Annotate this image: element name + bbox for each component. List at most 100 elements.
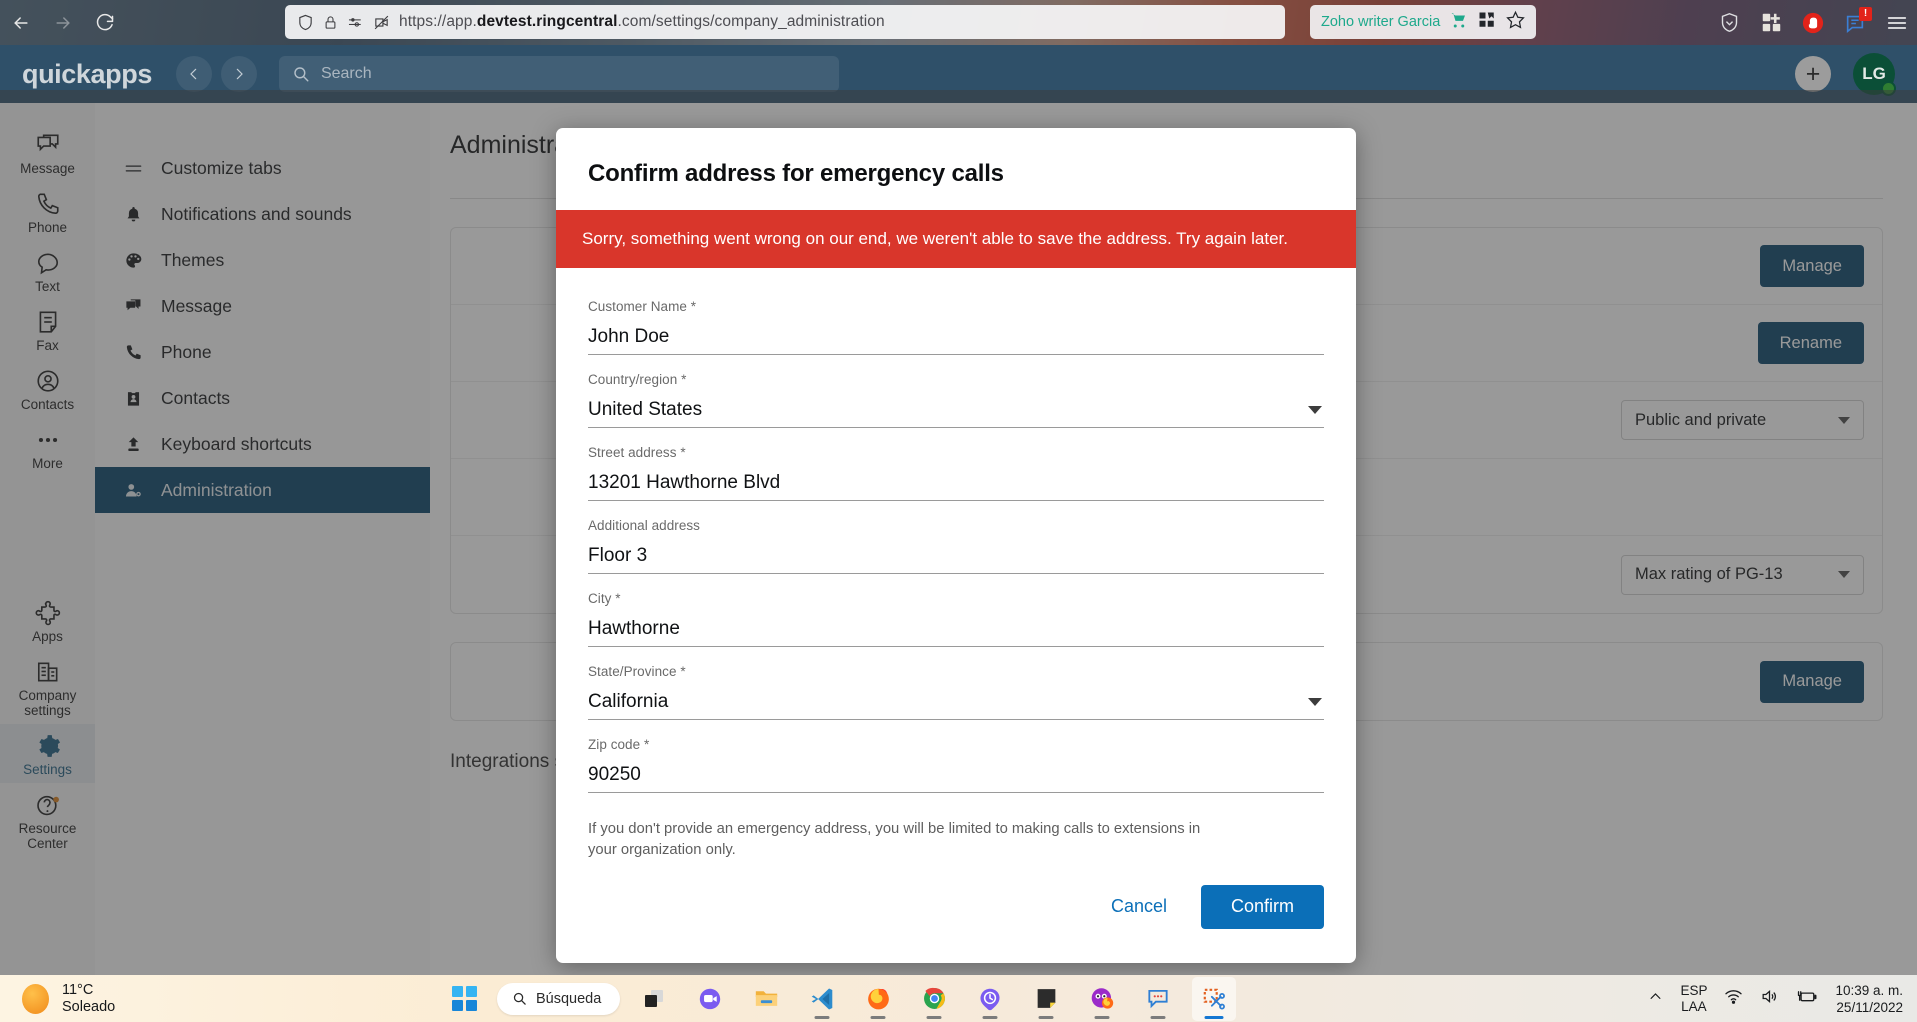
cancel-button[interactable]: Cancel xyxy=(1093,884,1185,929)
chrome-icon[interactable] xyxy=(912,977,956,1021)
field-label: Additional address xyxy=(588,518,700,533)
country-region-select[interactable]: United States xyxy=(588,393,1324,428)
wifi-icon[interactable] xyxy=(1724,987,1743,1011)
camera-blocked-icon[interactable] xyxy=(373,14,390,31)
extensions-icon[interactable] xyxy=(1478,11,1496,34)
clock-date: 25/11/2022 xyxy=(1836,999,1903,1015)
city-input[interactable]: Hawthorne xyxy=(588,612,1324,647)
field-label: Street address * xyxy=(588,445,686,460)
web-app-viewport: quickapps Search + LG Message xyxy=(0,45,1917,975)
browser-back-button[interactable] xyxy=(0,2,42,44)
field-country-region: Country/region * United States xyxy=(588,372,1324,428)
adblock-icon[interactable] xyxy=(1801,11,1825,35)
app-back-button[interactable] xyxy=(175,56,212,92)
field-city: City * Hawthorne xyxy=(588,591,1324,647)
tracking-protection-icon[interactable] xyxy=(347,15,364,30)
extensions-puzzle-icon[interactable] xyxy=(1759,11,1783,35)
zip-code-input[interactable]: 90250 xyxy=(588,758,1324,793)
shield-icon xyxy=(297,14,314,31)
lock-icon xyxy=(323,15,338,30)
field-value: Floor 3 xyxy=(588,545,648,566)
snipping-tool-icon[interactable] xyxy=(1192,976,1237,1021)
field-label: City * xyxy=(588,591,621,606)
field-value: California xyxy=(588,691,669,712)
app-search-placeholder: Search xyxy=(320,65,372,82)
new-action-button[interactable]: + xyxy=(1795,56,1831,92)
field-additional-address: Additional address Floor 3 xyxy=(588,518,1324,574)
weather-condition: Soleado xyxy=(62,998,116,1015)
feedback-icon[interactable] xyxy=(1136,977,1180,1021)
sticky-notes-icon[interactable] xyxy=(1024,977,1068,1021)
state-province-select[interactable]: California xyxy=(588,685,1324,720)
field-zip-code: Zip code * 90250 xyxy=(588,737,1324,793)
dialog-title: Confirm address for emergency calls xyxy=(588,160,1004,187)
url-text: https://app.devtest.ringcentral.com/sett… xyxy=(399,13,885,30)
clock-app-icon[interactable] xyxy=(968,977,1012,1021)
field-state-province: State/Province * California xyxy=(588,664,1324,720)
browser-toolbar: https://app.devtest.ringcentral.com/sett… xyxy=(0,0,1917,45)
field-label: Zip code * xyxy=(588,737,650,752)
browser-menu-icon[interactable] xyxy=(1885,11,1909,35)
field-value: United States xyxy=(588,399,703,420)
taskbar-search-label: Búsqueda xyxy=(536,990,602,1007)
field-value: 90250 xyxy=(588,764,641,785)
firefox-icon[interactable] xyxy=(856,977,900,1021)
start-button[interactable] xyxy=(452,986,477,1011)
error-banner: Sorry, something went wrong on our end, … xyxy=(556,210,1356,268)
dialog-form: Customer Name * John Doe Country/region … xyxy=(556,268,1356,884)
profile-name: Zoho writer Garcia xyxy=(1321,14,1441,30)
task-view-icon[interactable] xyxy=(632,977,676,1021)
field-label: State/Province * xyxy=(588,664,686,679)
search-icon xyxy=(513,992,526,1005)
field-value: John Doe xyxy=(588,326,670,347)
download-icon[interactable] xyxy=(1717,11,1741,35)
street-address-input[interactable]: 13201 Hawthorne Blvd xyxy=(588,466,1324,501)
chevron-down-icon xyxy=(1308,698,1322,706)
browser-reload-button[interactable] xyxy=(84,2,126,44)
bookmark-star-icon[interactable] xyxy=(1506,10,1526,34)
notifications-icon[interactable]: ! xyxy=(1843,6,1872,35)
firefox-dev-icon[interactable] xyxy=(1080,977,1124,1021)
volume-icon[interactable] xyxy=(1760,987,1779,1011)
search-icon xyxy=(294,67,309,82)
file-explorer-icon[interactable] xyxy=(744,977,788,1021)
app-forward-button[interactable] xyxy=(220,56,257,92)
dialog-actions: Cancel Confirm xyxy=(556,884,1356,963)
profile-chip[interactable]: Zoho writer Garcia xyxy=(1310,5,1537,39)
avatar[interactable]: LG xyxy=(1853,53,1896,96)
additional-address-input[interactable]: Floor 3 xyxy=(588,539,1324,574)
chevron-down-icon xyxy=(1308,406,1322,414)
language-line-1: ESP xyxy=(1680,982,1708,998)
notification-badge: ! xyxy=(1859,6,1872,21)
weather-temperature: 11°C xyxy=(62,981,94,998)
header-right-actions: + LG xyxy=(1795,53,1896,96)
confirm-button[interactable]: Confirm xyxy=(1200,884,1324,929)
taskbar-search[interactable]: Búsqueda xyxy=(497,982,621,1015)
battery-charging-icon[interactable] xyxy=(1796,987,1818,1011)
app-brand: quickapps xyxy=(22,58,152,89)
emergency-address-note: If you don't provide an emergency addres… xyxy=(588,821,1201,858)
clock-time: 10:39 a. m. xyxy=(1835,982,1903,998)
field-value: 13201 Hawthorne Blvd xyxy=(588,472,781,493)
chat-video-icon[interactable] xyxy=(688,977,732,1021)
avatar-initials: LG xyxy=(1862,64,1886,83)
tray-expand-icon[interactable] xyxy=(1648,989,1663,1009)
system-tray: ESP LAA 10:39 a. m. 25/11/2022 xyxy=(1648,982,1903,1016)
browser-forward-button[interactable] xyxy=(42,2,84,44)
vscode-icon[interactable] xyxy=(800,977,844,1021)
customer-name-input[interactable]: John Doe xyxy=(588,320,1324,355)
confirm-address-dialog: Confirm address for emergency calls Sorr… xyxy=(556,128,1356,963)
shopping-cart-icon[interactable] xyxy=(1450,11,1468,34)
app-search-input[interactable]: Search xyxy=(278,56,839,92)
language-indicator[interactable]: ESP LAA xyxy=(1680,983,1707,1015)
weather-widget[interactable]: 11°C Soleado xyxy=(22,982,115,1016)
address-bar[interactable]: https://app.devtest.ringcentral.com/sett… xyxy=(285,5,1285,39)
clock[interactable]: 10:39 a. m. 25/11/2022 xyxy=(1835,982,1903,1016)
sun-icon xyxy=(22,983,49,1014)
language-line-2: LAA xyxy=(1681,998,1707,1014)
browser-right-icons: ! xyxy=(1717,0,1909,45)
field-value: Hawthorne xyxy=(588,618,680,639)
field-customer-name: Customer Name * John Doe xyxy=(588,299,1324,355)
taskbar-app-group: Búsqueda xyxy=(452,976,1237,1021)
field-street-address: Street address * 13201 Hawthorne Blvd xyxy=(588,445,1324,501)
